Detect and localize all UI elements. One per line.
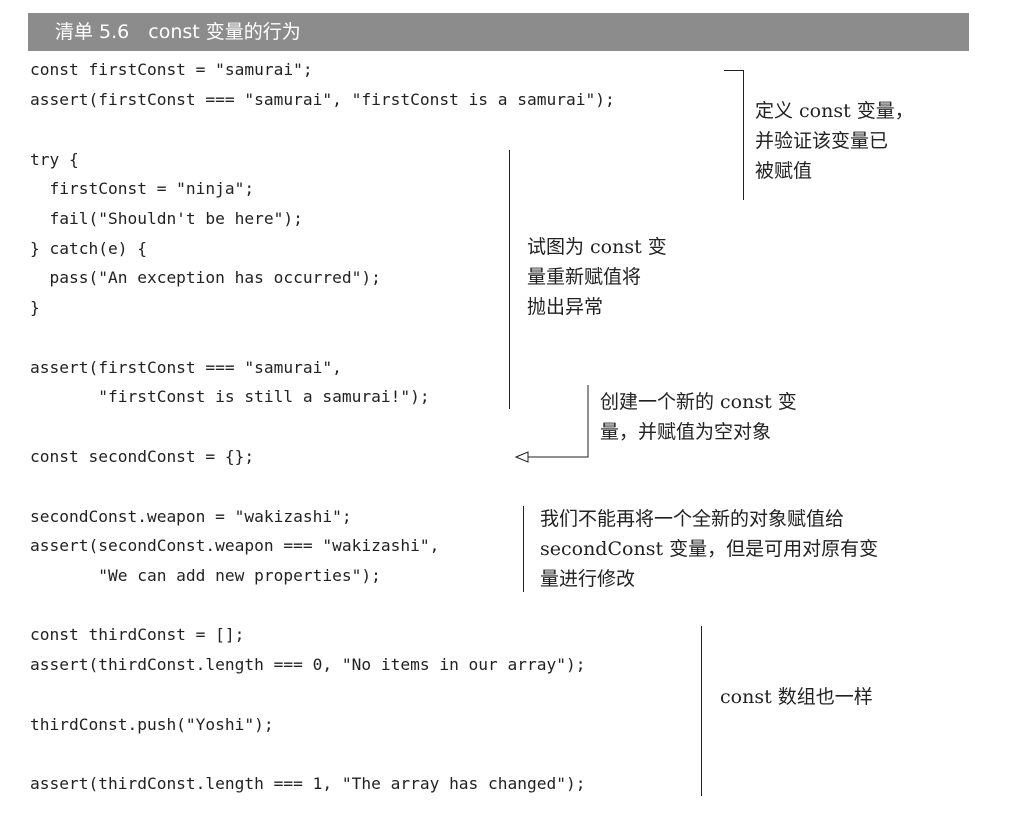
code-line: const firstConst = "samurai"; [30,60,313,79]
annotation-bracket-tick [724,70,744,71]
code-line: firstConst = "ninja"; [30,179,255,198]
annotation-bracket [509,150,510,409]
code-line: pass("An exception has occurred"); [30,268,381,287]
annotation-bracket [743,70,744,200]
annotation-create-new-const: 创建一个新的 const 变 量，并赋值为空对象 [600,391,797,443]
code-line: } [30,298,40,317]
code-line: assert(thirdConst.length === 0, "No item… [30,655,586,674]
code-line: secondConst.weapon = "wakizashi"; [30,507,352,526]
annotation-arrow [514,385,589,463]
code-line: assert(firstConst === "samurai", [30,358,342,377]
code-line: "firstConst is still a samurai!"); [30,387,430,406]
code-line: try { [30,150,79,169]
annotation-define-const: 定义 const 变量， 并验证该变量已 被赋值 [755,100,914,182]
annotation-bracket [523,506,524,592]
code-line: const secondConst = {}; [30,447,255,466]
code-line: assert(secondConst.weapon === "wakizashi… [30,536,440,555]
annotation-modify-object: 我们不能再将一个全新的对象赋值给 secondConst 变量，但是可用对原有变… [540,508,879,590]
code-line: assert(thirdConst.length === 1, "The arr… [30,774,586,793]
annotation-array-same: const 数组也一样 [720,686,873,708]
code-line: "We can add new properties"); [30,566,381,585]
code-line: fail("Shouldn't be here"); [30,209,303,228]
code-line: } catch(e) { [30,239,147,258]
annotation-bracket [701,626,702,796]
annotation-reassign-throws: 试图为 const 变 量重新赋值将 抛出异常 [527,236,667,318]
code-line: thirdConst.push("Yoshi"); [30,715,274,734]
code-line: assert(firstConst === "samurai", "firstC… [30,90,615,109]
code-line: const thirdConst = []; [30,625,245,644]
listing-title: 清单 5.6 const 变量的行为 [28,13,969,51]
